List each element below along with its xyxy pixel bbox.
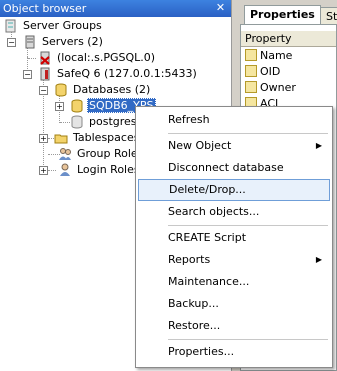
menu-item-maintenance[interactable]: Maintenance... xyxy=(138,271,330,293)
tab-statistics[interactable]: St xyxy=(320,7,337,24)
menu-item-backup[interactable]: Backup... xyxy=(138,293,330,315)
collapse-toggle-icon[interactable]: − xyxy=(39,86,48,95)
property-icon xyxy=(245,81,257,93)
group-roles-icon xyxy=(59,148,71,160)
menu-item-disconnect-database[interactable]: Disconnect database xyxy=(138,157,330,179)
property-icon xyxy=(245,49,257,61)
collapse-toggle-icon[interactable]: − xyxy=(7,38,16,47)
property-row[interactable]: Owner xyxy=(245,80,296,96)
menu-item-create-script[interactable]: CREATE Script xyxy=(138,227,330,249)
tree-node-group-roles[interactable]: Group Roles xyxy=(58,146,145,162)
submenu-arrow-icon: ▶ xyxy=(315,255,322,264)
databases-icon xyxy=(55,83,67,97)
tablespaces-icon xyxy=(54,134,68,144)
tree-node-login-roles[interactable]: Login Roles xyxy=(58,162,142,178)
tree-node-tablespaces[interactable]: Tablespaces xyxy=(54,130,141,146)
menu-item-reports[interactable]: Reports ▶ xyxy=(138,249,330,271)
menu-item-refresh[interactable]: Refresh xyxy=(138,109,330,131)
tree-node-local-server[interactable]: (local:.s.PGSQL.0) xyxy=(38,50,157,66)
server-icon xyxy=(25,35,35,49)
tree-node-databases[interactable]: Databases (2) xyxy=(54,82,152,98)
property-column-header[interactable]: Property xyxy=(241,31,336,47)
expand-toggle-icon[interactable]: + xyxy=(55,102,64,111)
server-connected-icon xyxy=(40,67,50,81)
menu-separator xyxy=(168,339,328,340)
menu-item-new-object[interactable]: New Object ▶ xyxy=(138,135,330,157)
menu-separator xyxy=(168,225,328,226)
database-icon xyxy=(71,99,83,113)
tree-node-database-postgres[interactable]: postgres xyxy=(70,114,139,130)
login-roles-icon xyxy=(60,163,70,176)
tree-node-safeq-server[interactable]: SafeQ 6 (127.0.0.1:5433) xyxy=(38,66,199,82)
collapse-toggle-icon[interactable]: − xyxy=(23,70,32,79)
property-row[interactable]: Name xyxy=(245,48,292,64)
menu-item-delete-drop[interactable]: Delete/Drop... xyxy=(138,179,330,201)
tab-properties[interactable]: Properties xyxy=(244,5,321,24)
tree-node-servers[interactable]: Servers (2) xyxy=(23,34,105,50)
menu-item-properties[interactable]: Properties... xyxy=(138,341,330,363)
tree-node-server-groups[interactable]: Server Groups xyxy=(4,18,104,34)
server-disconnected-icon xyxy=(40,51,50,65)
property-row[interactable]: OID xyxy=(245,64,280,80)
properties-tabs: Properties St xyxy=(236,4,337,24)
object-browser-title-bar: Object browser ✕ xyxy=(0,0,231,17)
close-icon[interactable]: ✕ xyxy=(214,1,227,14)
expand-toggle-icon[interactable]: + xyxy=(39,134,48,143)
submenu-arrow-icon: ▶ xyxy=(315,141,322,150)
context-menu: Refresh New Object ▶ Disconnect database… xyxy=(135,106,333,368)
server-group-icon xyxy=(5,19,16,33)
menu-item-restore[interactable]: Restore... xyxy=(138,315,330,337)
object-browser-title: Object browser xyxy=(3,2,87,15)
expand-toggle-icon[interactable]: + xyxy=(39,166,48,175)
database-icon xyxy=(71,115,83,129)
property-icon xyxy=(245,65,257,77)
menu-separator xyxy=(168,133,328,134)
menu-item-search-objects[interactable]: Search objects... xyxy=(138,201,330,223)
